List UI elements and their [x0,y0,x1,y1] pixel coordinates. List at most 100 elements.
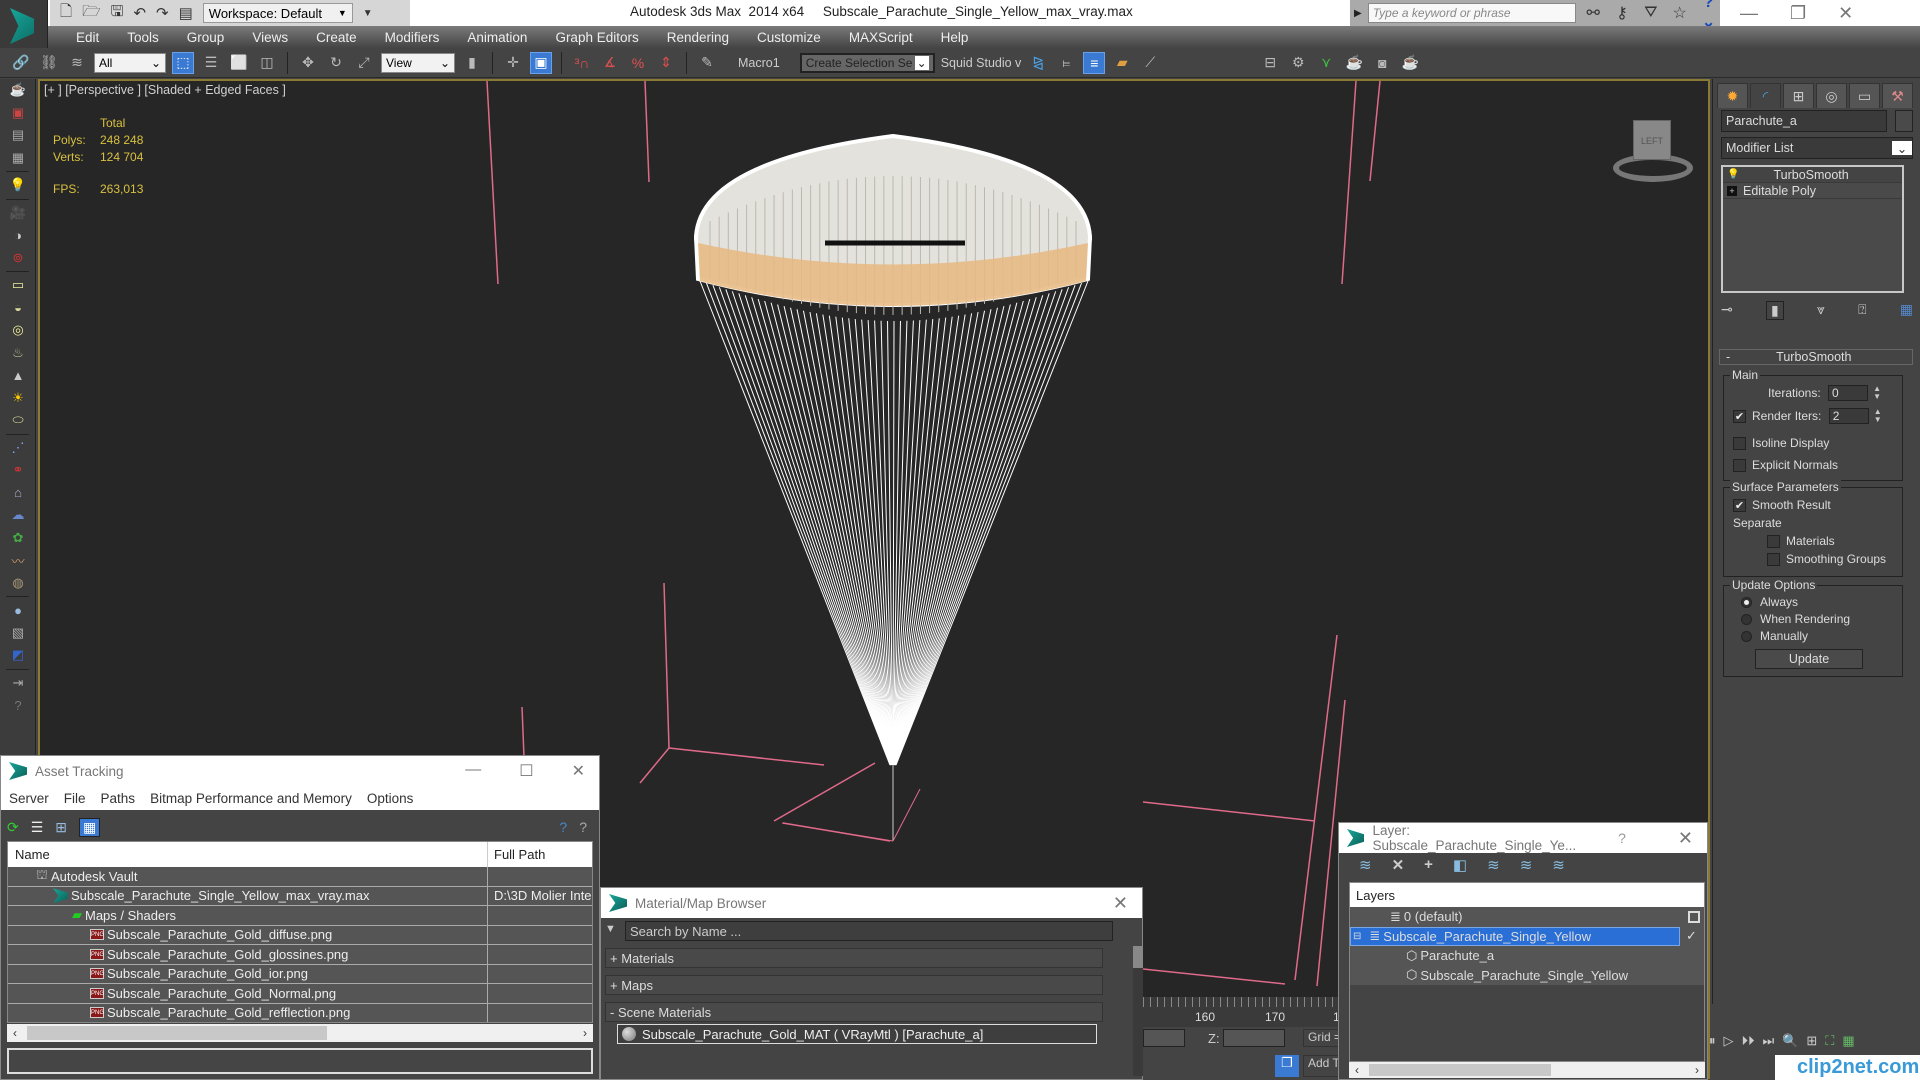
graphite-toolbar-icon[interactable]: ▰ [1111,52,1133,74]
cone-light-icon[interactable]: ▲ [0,364,36,387]
menu-server[interactable]: Server [9,791,49,806]
new-file-icon[interactable]: 🗋 [60,1,72,26]
timeline-ruler[interactable]: 160 170 18 [1143,997,1346,1027]
menu-customize[interactable]: Customize [743,30,835,45]
material-browser-titlebar[interactable]: Material/Map Browser ✕ [601,888,1142,918]
selection-region-icon[interactable]: ◩ [0,644,36,667]
viewcube-face[interactable]: LEFT [1633,120,1671,160]
remove-modifier-icon[interactable]: ⍰ [1858,301,1866,320]
utilities-tab-icon[interactable]: ⚒ [1882,83,1913,108]
prev-frame-icon[interactable]: ⏸ [1709,1033,1716,1049]
update-when-rendering-radio[interactable] [1741,614,1752,626]
asset-row[interactable]: PNG Subscale_Parachute_Gold_ior.png [8,964,592,984]
film-icon[interactable]: ⊚ [0,247,36,270]
close-button[interactable]: ✕ [572,761,585,781]
export-icon[interactable]: ⇥ [0,672,36,695]
hierarchy-icon[interactable]: ⌂ [0,482,36,505]
save-icon[interactable]: 🖫 [111,1,124,26]
render-setup-icon[interactable]: ⋎ [1315,52,1337,74]
select-link-icon[interactable]: 🔗 [10,52,32,74]
select-manipulate-icon[interactable]: ✛ [502,52,524,74]
asset-row[interactable]: PNG Subscale_Parachute_Gold_glossines.png [8,945,592,965]
menu-group[interactable]: Group [173,30,239,45]
asset-tracking-titlebar[interactable]: Asset Tracking — ☐ ✕ [1,756,599,786]
asset-row[interactable]: PNG Subscale_Parachute_Gold_Normal.png [8,984,592,1004]
curve-editor-icon[interactable]: ⟋ [1139,52,1161,74]
expand-search-icon[interactable]: ▶ [1354,8,1362,19]
zoom-extents-icon[interactable]: ⛶ [1825,1033,1834,1049]
browser-scrollbar[interactable] [1133,946,1143,1076]
help-icon[interactable]: ? [0,694,36,717]
sun-icon[interactable]: ☀ [0,387,36,410]
layer-hscrollbar[interactable]: ‹ › [1349,1062,1705,1078]
highlight-selected-icon[interactable]: ≋ [1487,856,1500,874]
close-button[interactable]: ✕ [1838,3,1853,24]
squid-studio-button[interactable]: Squid Studio v [941,56,1022,70]
molecule-icon[interactable]: ⚭ [0,459,36,482]
table-icon[interactable]: ▦ [0,147,36,170]
pin-stack-icon[interactable]: ⊸ [1721,301,1733,320]
menu-modifiers[interactable]: Modifiers [371,30,454,45]
asset-row[interactable]: Subscale_Parachute_Single_Yellow_max_vra… [8,886,592,906]
layers-column-header[interactable]: Layers [1350,883,1704,907]
menu-rendering[interactable]: Rendering [653,30,743,45]
menu-views[interactable]: Views [238,30,302,45]
material-search-input[interactable]: Search by Name ... [625,921,1113,941]
add-to-layer-icon[interactable]: + [1424,856,1433,874]
select-objects-icon[interactable]: ◧ [1453,856,1467,874]
undo-icon[interactable]: ↶ [133,4,146,22]
mirror-icon[interactable]: ⧎ [1027,52,1049,74]
workspace-dropdown[interactable]: Workspace: Default ▼ [202,3,353,23]
keyword-search-input[interactable]: Type a keyword or phrase [1367,3,1576,23]
menu-tools[interactable]: Tools [113,30,173,45]
go-to-end-icon[interactable]: ⏭ [1763,1033,1775,1049]
camera-icon[interactable]: 🎥 [0,202,36,225]
plant-icon[interactable]: ✿ [0,527,36,550]
sphere-icon[interactable]: ● [0,599,36,622]
rectangular-selection-icon[interactable]: ⬜ [228,52,250,74]
turbosmooth-rollout-header[interactable]: - TurboSmooth [1719,349,1913,365]
minimize-button[interactable]: — [465,761,481,781]
list-view-icon[interactable]: ☰ [31,819,44,836]
reference-coordinate-dropdown[interactable]: View ⌄ [381,52,455,73]
key-icon[interactable]: ⚷ [1611,3,1634,23]
viewport-label[interactable]: [+ ] [Perspective ] [Shaded + Edged Face… [44,83,286,97]
scroll-right-icon[interactable]: › [1695,1063,1699,1077]
category-materials[interactable]: + Materials [605,948,1103,968]
configure-sets-icon[interactable]: ▦ [1900,301,1913,320]
y-coordinate-field[interactable] [1143,1029,1185,1047]
context-help-icon[interactable]: ? [579,819,587,835]
render-iters-spinner[interactable]: ▲ ▼ [1873,408,1883,424]
column-header-name[interactable]: Name [8,842,488,867]
z-coordinate-field[interactable] [1223,1029,1285,1047]
separate-materials-checkbox[interactable] [1767,535,1780,549]
object-name-field[interactable]: Parachute_a [1721,110,1887,132]
explicit-normals-checkbox[interactable] [1733,459,1746,473]
isoline-display-checkbox[interactable] [1733,437,1746,451]
menu-file[interactable]: File [64,791,86,806]
maximize-viewport-icon[interactable]: ▦ [1842,1033,1854,1049]
menu-create[interactable]: Create [302,30,371,45]
qat-menu-icon[interactable]: ▼ [363,8,373,19]
hair-icon[interactable]: 〰 [0,549,36,572]
satellite-icon[interactable]: ⛛ [1639,4,1662,22]
ies-light-icon[interactable]: ♨ [0,342,36,365]
current-layer-toggle[interactable] [1688,910,1700,923]
dome-light-icon[interactable]: ◒ [0,297,36,320]
make-unique-icon[interactable]: ⩔ [1817,301,1825,320]
layer-row-parachute[interactable]: ⊟ ≣ Subscale_Parachute_Single_Yellow ✓ [1350,926,1704,947]
rotate-icon[interactable]: ↻ [325,52,347,74]
smooth-result-checkbox[interactable]: ✔ [1733,499,1746,513]
iterations-spinner[interactable]: ▲ ▼ [1872,385,1882,401]
render-iterative-icon[interactable]: ☕ [1399,52,1421,74]
snaps-toggle-icon[interactable]: ³∩ [571,52,593,74]
list-icon[interactable]: ▤ [0,124,36,147]
scroll-left-icon[interactable]: ‹ [13,1026,17,1040]
hide-unhide-icon[interactable]: ≋ [1520,856,1533,874]
category-maps[interactable]: + Maps [605,975,1103,995]
object-row[interactable]: ⬡ Parachute_a [1350,946,1704,966]
help-icon[interactable]: ? [559,819,567,835]
macro-button[interactable]: Macro1 [738,56,780,70]
update-manually-radio[interactable] [1741,631,1752,643]
delete-layer-icon[interactable]: ✕ [1392,856,1405,874]
